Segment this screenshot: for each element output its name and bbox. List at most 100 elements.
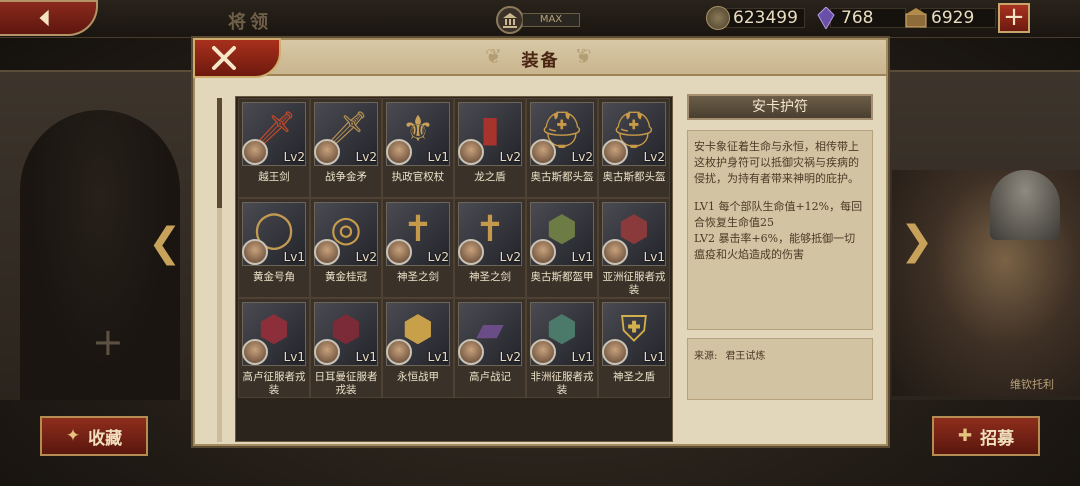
equipment-level: Lv1 bbox=[355, 350, 377, 364]
page-title: 将领 bbox=[228, 12, 272, 33]
equipment-item[interactable]: ◎ Lv2 黄金桂冠 bbox=[310, 198, 382, 298]
hero-avatar-icon bbox=[386, 339, 412, 365]
equipment-level: Lv1 bbox=[643, 350, 665, 364]
scroll-thumb[interactable] bbox=[217, 98, 222, 208]
equipment-name: 龙之盾 bbox=[474, 171, 506, 183]
equipment-name: 奥古斯都头盔 bbox=[530, 171, 594, 183]
equipment-name: 执政官权杖 bbox=[391, 171, 445, 183]
equipment-item[interactable]: ✝ Lv2 神圣之剑 bbox=[382, 198, 454, 298]
max-label: MAX bbox=[522, 13, 580, 27]
source-label: 来源: bbox=[694, 351, 718, 362]
treasure-value: 6929 bbox=[920, 8, 996, 28]
equipment-name: 黄金桂冠 bbox=[325, 271, 367, 283]
hero-avatar-icon bbox=[242, 239, 268, 265]
equipment-name: 神圣之剑 bbox=[469, 271, 511, 283]
hero-avatar-icon bbox=[458, 339, 484, 365]
equipment-name: 永恒战甲 bbox=[397, 371, 439, 383]
equipment-item[interactable]: ⬢ Lv1 高卢征服者戎装 bbox=[238, 298, 310, 398]
equipment-name: 亚洲征服者戎装 bbox=[602, 271, 666, 296]
equipment-level: Lv2 bbox=[283, 150, 305, 164]
hero-avatar-icon bbox=[386, 239, 412, 265]
collect-button[interactable]: ✦ 收藏 bbox=[40, 416, 148, 456]
equipment-item[interactable]: ✝ Lv2 神圣之剑 bbox=[454, 198, 526, 298]
equipment-level: Lv2 bbox=[355, 150, 377, 164]
equipment-item[interactable]: ⛨ Lv1 神圣之盾 bbox=[598, 298, 670, 398]
close-icon bbox=[212, 46, 236, 70]
hero-helmet-image bbox=[990, 170, 1060, 240]
gem-value: 768 bbox=[830, 8, 906, 28]
gem-resource: 768 bbox=[814, 6, 906, 30]
equipment-item[interactable]: ▰ Lv2 高卢战记 bbox=[454, 298, 526, 398]
list-scrollbar[interactable] bbox=[217, 98, 222, 442]
hero-avatar-icon bbox=[314, 139, 340, 165]
hero-name: 维钦托利 bbox=[1010, 378, 1054, 391]
max-indicator: MAX bbox=[496, 6, 580, 34]
next-arrow-icon[interactable]: ❯ bbox=[900, 218, 934, 264]
hero-avatar-icon bbox=[530, 139, 556, 165]
equipment-name: 奥古斯都盔甲 bbox=[530, 271, 594, 283]
equipment-level: Lv2 bbox=[571, 150, 593, 164]
equipment-level: Lv2 bbox=[427, 250, 449, 264]
recruit-label: 招募 bbox=[980, 428, 1015, 449]
equipment-item[interactable]: ⬢ Lv1 非洲征服者戎装 bbox=[526, 298, 598, 398]
equipment-item[interactable]: ⚜ Lv1 执政官权杖 bbox=[382, 98, 454, 198]
equipment-item[interactable]: ⬢ Lv1 日耳曼征服者戎装 bbox=[310, 298, 382, 398]
hero-avatar-icon bbox=[314, 339, 340, 365]
hero-avatar-icon bbox=[242, 139, 268, 165]
hero-avatar-icon bbox=[458, 139, 484, 165]
hero-avatar-icon bbox=[530, 339, 556, 365]
close-button[interactable] bbox=[193, 38, 281, 78]
hero-avatar-icon bbox=[242, 339, 268, 365]
back-arrow-icon bbox=[39, 9, 49, 27]
equipment-name: 神圣之盾 bbox=[613, 371, 655, 383]
detail-source-box: 来源: 君王试炼 bbox=[687, 338, 873, 400]
detail-description: 安卡象征着生命与永恒，相传带上这枚护身符可以抵御灾祸与疾病的侵扰，为持有者带来神… bbox=[694, 140, 859, 185]
equipment-name: 高卢战记 bbox=[469, 371, 511, 383]
detail-lv1: LV1 每个部队生命值+12%，每回合恢复生命值25 bbox=[694, 200, 863, 229]
equipment-name: 战争金矛 bbox=[325, 171, 367, 183]
equipment-item[interactable]: ⬢ Lv1 亚洲征服者戎装 bbox=[598, 198, 670, 298]
equipment-grid: 🗡 Lv2 越王剑 🗡 Lv2 战争金矛 ⚜ Lv1 执政官权杖 ▮ Lv2 龙之盾 ⛑ Lv2 奥古斯都头… bbox=[238, 98, 674, 398]
equipment-item[interactable]: ◯ Lv1 黄金号角 bbox=[238, 198, 310, 298]
add-resource-button[interactable]: + bbox=[998, 3, 1030, 33]
detail-panel: 安卡护符 安卡象征着生命与永恒，相传带上这枚护身符可以抵御灾祸与疾病的侵扰，为持… bbox=[687, 94, 873, 442]
equipment-name: 越王剑 bbox=[258, 171, 290, 183]
equipment-item[interactable]: 🗡 Lv2 战争金矛 bbox=[310, 98, 382, 198]
equipment-item[interactable]: ▮ Lv2 龙之盾 bbox=[454, 98, 526, 198]
equipment-level: Lv1 bbox=[427, 150, 449, 164]
prev-arrow-icon[interactable]: ❮ bbox=[148, 220, 182, 266]
add-hero-icon[interactable]: + bbox=[92, 320, 124, 364]
equipment-name: 黄金号角 bbox=[253, 271, 295, 283]
equipment-item[interactable]: ⛑ Lv2 奥古斯都头盔 bbox=[526, 98, 598, 198]
treasure-resource: 6929 bbox=[904, 6, 996, 30]
equipment-level: Lv1 bbox=[643, 250, 665, 264]
equipment-level: Lv2 bbox=[355, 250, 377, 264]
recruit-icon: ✚ bbox=[957, 426, 973, 446]
hero-avatar-icon bbox=[530, 239, 556, 265]
gem-icon bbox=[814, 6, 838, 30]
back-button[interactable] bbox=[0, 0, 98, 36]
equipment-item[interactable]: ⛑ Lv2 奥古斯都头盔 bbox=[598, 98, 670, 198]
equipment-item[interactable]: 🗡 Lv2 越王剑 bbox=[238, 98, 310, 198]
equipment-level: Lv2 bbox=[499, 350, 521, 364]
equipment-level: Lv1 bbox=[427, 350, 449, 364]
equipment-item[interactable]: ⬢ Lv1 永恒战甲 bbox=[382, 298, 454, 398]
equipment-name: 奥古斯都头盔 bbox=[602, 171, 666, 183]
equipment-level: Lv1 bbox=[571, 350, 593, 364]
collect-label: 收藏 bbox=[88, 428, 123, 449]
game-screen: + ❮ 维钦托利 ❯ ✦ 收藏 ✚ 招募 将领 MAX 623499 768 6… bbox=[0, 0, 1080, 486]
equipment-item[interactable]: ⬢ Lv1 奥古斯都盔甲 bbox=[526, 198, 598, 298]
equipment-level: Lv2 bbox=[643, 150, 665, 164]
equipment-name: 高卢征服者戎装 bbox=[242, 371, 306, 396]
hero-avatar-icon bbox=[458, 239, 484, 265]
recruit-button[interactable]: ✚ 招募 bbox=[932, 416, 1040, 456]
detail-description-box: 安卡象征着生命与永恒，相传带上这枚护身符可以抵御灾祸与疾病的侵扰，为持有者带来神… bbox=[687, 130, 873, 330]
equipment-level: Lv1 bbox=[571, 250, 593, 264]
top-bar: 将领 MAX 623499 768 6929 + bbox=[0, 0, 1080, 38]
detail-title: 安卡护符 bbox=[687, 94, 873, 120]
laurel-right-icon: ❦ bbox=[575, 44, 592, 68]
equipment-level: Lv1 bbox=[283, 250, 305, 264]
equipment-name: 非洲征服者戎装 bbox=[530, 371, 594, 396]
coin-resource: 623499 bbox=[706, 6, 805, 30]
equipment-name: 日耳曼征服者戎装 bbox=[314, 371, 378, 396]
